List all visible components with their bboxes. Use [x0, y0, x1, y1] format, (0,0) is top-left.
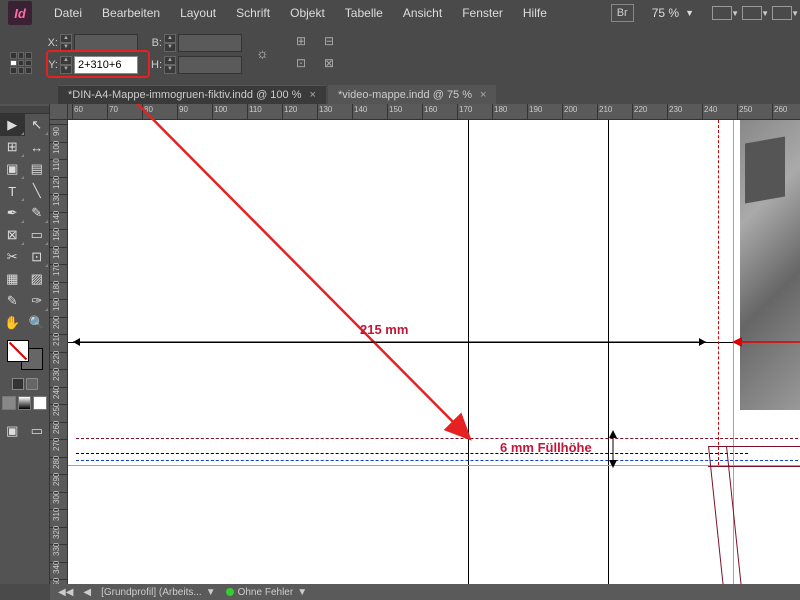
line-tool[interactable]: ╲: [25, 180, 50, 202]
zoom-tool[interactable]: 🔍: [25, 312, 50, 334]
brightness-icon[interactable]: ☼: [256, 45, 274, 63]
chevron-down-icon: ▼: [206, 587, 216, 598]
panel-handle[interactable]: [0, 106, 49, 114]
type-tool[interactable]: T: [0, 180, 25, 202]
x-label: X:: [44, 37, 58, 49]
menu-object[interactable]: Objekt: [280, 2, 335, 24]
page[interactable]: [68, 120, 800, 584]
page-nav-prev[interactable]: ◀◀: [58, 587, 73, 598]
zoom-value: 75 %: [652, 6, 679, 20]
horizontal-ruler[interactable]: 6070809010011012013014015016017018019020…: [68, 104, 800, 120]
menu-edit[interactable]: Bearbeiten: [92, 2, 170, 24]
scissors-tool[interactable]: ✂: [0, 246, 25, 268]
profile-label: [Grundprofil] (Arbeits...: [101, 587, 202, 598]
selection-tool[interactable]: ▶: [0, 114, 25, 136]
apply-text[interactable]: [26, 378, 38, 390]
arrange-button[interactable]: ▼: [742, 6, 762, 20]
w-label: B:: [148, 37, 162, 49]
apply-none[interactable]: [33, 396, 47, 410]
note-tool[interactable]: ✎: [0, 290, 25, 312]
transform-tool[interactable]: ⊡: [25, 246, 50, 268]
page-tool[interactable]: ⊞: [0, 136, 25, 158]
align-btn-1[interactable]: ⊞: [292, 34, 310, 52]
y-stepper[interactable]: ▲▼: [60, 56, 72, 74]
bridge-button[interactable]: Br: [611, 4, 634, 22]
view-mode-normal[interactable]: ▣: [0, 420, 25, 442]
pen-tool[interactable]: ✒: [0, 202, 25, 224]
dimension-label-215: 215 mm: [360, 322, 408, 337]
tab-label: *video-mappe.indd @ 75 %: [338, 89, 472, 101]
x-input[interactable]: [74, 34, 138, 52]
zoom-level[interactable]: 75 % ▼: [644, 6, 702, 20]
y-label: Y:: [44, 59, 58, 71]
gradient-feather-tool[interactable]: ▨: [25, 268, 50, 290]
placed-image: [740, 120, 800, 410]
hand-tool[interactable]: ✋: [0, 312, 25, 334]
document-tab-bar: *DIN-A4-Mappe-immogruen-fiktiv.indd @ 10…: [0, 82, 800, 104]
menu-file[interactable]: Datei: [44, 2, 92, 24]
menu-type[interactable]: Schrift: [226, 2, 280, 24]
status-dot-ok: [226, 588, 234, 596]
preflight-profile[interactable]: [Grundprofil] (Arbeits... ▼: [101, 587, 216, 598]
control-bar: X: ▲▼ Y: ▲▼ B: ▲▼ H: ▲▼ ☼ ⊞ ⊟ ⊡ ⊠: [0, 26, 800, 82]
close-icon[interactable]: ×: [480, 89, 486, 101]
content-collector-tool[interactable]: ▣: [0, 158, 25, 180]
chevron-down-icon: ▼: [297, 587, 307, 598]
reference-point[interactable]: [10, 52, 32, 74]
workspace-button[interactable]: ▼: [772, 6, 792, 20]
chevron-down-icon: ▼: [685, 8, 694, 18]
vertical-ruler[interactable]: 9010011012013014015016017018019020021022…: [50, 120, 68, 584]
workspace: ▶↖ ⊞↔ ▣▤ T╲ ✒✎ ⊠▭ ✂⊡ ▦▨ ✎✑ ✋🔍 ▣▭ 6070809…: [0, 104, 800, 584]
w-stepper[interactable]: ▲▼: [164, 34, 176, 52]
tab-label: *DIN-A4-Mappe-immogruen-fiktiv.indd @ 10…: [68, 89, 302, 101]
align-btn-2[interactable]: ⊟: [320, 34, 338, 52]
view-mode-preview[interactable]: ▭: [25, 420, 50, 442]
menu-window[interactable]: Fenster: [452, 2, 513, 24]
gap-tool[interactable]: ↔: [25, 136, 50, 158]
direct-selection-tool[interactable]: ↖: [25, 114, 50, 136]
apply-color[interactable]: [2, 396, 16, 410]
h-stepper[interactable]: ▲▼: [164, 56, 176, 74]
apply-container[interactable]: [12, 378, 24, 390]
document-tab-1[interactable]: *DIN-A4-Mappe-immogruen-fiktiv.indd @ 10…: [58, 85, 326, 104]
preflight-status[interactable]: Ohne Fehler ▼: [226, 587, 308, 598]
screen-mode-button[interactable]: ▼: [712, 6, 732, 20]
gradient-swatch-tool[interactable]: ▦: [0, 268, 25, 290]
menu-layout[interactable]: Layout: [170, 2, 226, 24]
x-stepper[interactable]: ▲▼: [60, 34, 72, 52]
align-btn-4[interactable]: ⊠: [320, 56, 338, 74]
align-btn-3[interactable]: ⊡: [292, 56, 310, 74]
y-input[interactable]: [74, 56, 138, 74]
menu-bar: Id Datei Bearbeiten Layout Schrift Objek…: [0, 0, 800, 26]
page-nav-back[interactable]: ◀: [83, 587, 91, 598]
close-icon[interactable]: ×: [310, 89, 316, 101]
content-placer-tool[interactable]: ▤: [25, 158, 50, 180]
h-label: H:: [148, 59, 162, 71]
ruler-origin[interactable]: [50, 104, 68, 120]
h-input[interactable]: [178, 56, 242, 74]
rectangle-tool[interactable]: ▭: [25, 224, 50, 246]
w-input[interactable]: [178, 34, 242, 52]
dimension-label-6mm: 6 mm Füllhöhe: [500, 440, 592, 455]
menu-view[interactable]: Ansicht: [393, 2, 452, 24]
menu-table[interactable]: Tabelle: [335, 2, 393, 24]
app-icon: Id: [8, 1, 32, 25]
apply-gradient[interactable]: [18, 396, 32, 410]
errors-label: Ohne Fehler: [238, 587, 294, 598]
canvas[interactable]: 6070809010011012013014015016017018019020…: [50, 104, 800, 584]
align-group: ⊞ ⊟ ⊡ ⊠: [292, 34, 338, 74]
menu-help[interactable]: Hilfe: [513, 2, 557, 24]
rectangle-frame-tool[interactable]: ⊠: [0, 224, 25, 246]
toolbox: ▶↖ ⊞↔ ▣▤ T╲ ✒✎ ⊠▭ ✂⊡ ▦▨ ✎✑ ✋🔍 ▣▭: [0, 104, 50, 584]
status-bar: ◀◀ ◀ [Grundprofil] (Arbeits... ▼ Ohne Fe…: [50, 584, 800, 600]
eyedropper-tool[interactable]: ✑: [25, 290, 50, 312]
pencil-tool[interactable]: ✎: [25, 202, 50, 224]
fill-stroke-swatch[interactable]: [7, 340, 43, 370]
document-tab-2[interactable]: *video-mappe.indd @ 75 % ×: [328, 85, 497, 104]
